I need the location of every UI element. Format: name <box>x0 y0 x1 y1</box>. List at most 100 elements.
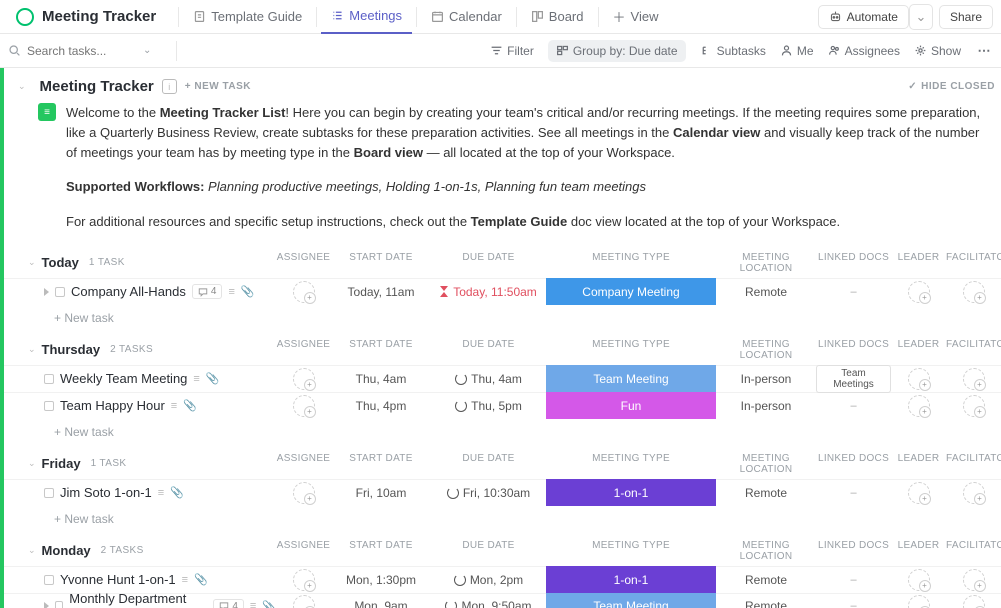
assignee-placeholder[interactable] <box>908 595 930 608</box>
description-icon[interactable]: ≡ <box>171 400 177 412</box>
due-date[interactable]: Mon, 2pm <box>431 573 546 587</box>
chevron-down-icon[interactable]: ⌄ <box>28 545 36 556</box>
assignee-placeholder[interactable] <box>293 281 315 303</box>
description-icon[interactable]: ≡ <box>250 600 256 608</box>
new-task-button[interactable]: + New task <box>4 305 1001 333</box>
more-menu-button[interactable]: ⋯ <box>975 43 993 59</box>
chevron-down-icon[interactable]: ⌄ <box>143 45 151 56</box>
assignee-placeholder[interactable] <box>293 595 315 608</box>
task-name[interactable]: Company All-Hands <box>71 284 186 299</box>
due-date[interactable]: Thu, 4am <box>431 372 546 386</box>
expand-icon[interactable] <box>44 288 49 296</box>
tab-meetings[interactable]: Meetings <box>321 0 412 34</box>
due-date[interactable]: Thu, 5pm <box>431 399 546 413</box>
task-name[interactable]: Monthly Department All-Hands <box>69 591 207 608</box>
due-date[interactable]: Fri, 10:30am <box>431 486 546 500</box>
assignee-placeholder[interactable] <box>963 281 985 303</box>
filter-button[interactable]: Filter <box>490 44 534 58</box>
meeting-type-badge[interactable]: Team Meeting <box>546 365 716 392</box>
status-box[interactable] <box>44 488 54 498</box>
description-icon[interactable]: ≡ <box>158 487 164 499</box>
assignee-placeholder[interactable] <box>293 368 315 390</box>
chevron-down-icon[interactable]: ⌄ <box>28 458 36 469</box>
new-task-button[interactable]: + NEW TASK <box>185 81 251 92</box>
status-box[interactable] <box>44 575 54 585</box>
description-icon[interactable]: ≡ <box>228 286 234 298</box>
start-date[interactable]: Thu, 4am <box>331 372 431 386</box>
attachment-icon[interactable]: 📎 <box>206 372 220 385</box>
meeting-type-badge[interactable]: 1-on-1 <box>546 479 716 506</box>
task-name[interactable]: Team Happy Hour <box>60 398 165 413</box>
automate-menu-button[interactable]: ⌄ <box>909 4 933 30</box>
start-date[interactable]: Today, 11am <box>331 285 431 299</box>
assignee-placeholder[interactable] <box>908 368 930 390</box>
meeting-location[interactable]: Remote <box>716 285 816 299</box>
meeting-type-badge[interactable]: Fun <box>546 392 716 419</box>
meeting-location[interactable]: In-person <box>716 399 816 413</box>
status-box[interactable] <box>44 374 54 384</box>
new-task-button[interactable]: + New task <box>4 419 1001 447</box>
assignee-placeholder[interactable] <box>908 395 930 417</box>
assignee-placeholder[interactable] <box>908 482 930 504</box>
collapse-icon[interactable]: ⌄ <box>18 81 26 92</box>
automate-button[interactable]: Automate <box>818 5 909 29</box>
assignee-placeholder[interactable] <box>908 281 930 303</box>
status-box[interactable] <box>55 287 65 297</box>
attachment-icon[interactable]: 📎 <box>241 285 255 298</box>
status-box[interactable] <box>44 401 54 411</box>
meeting-type-badge[interactable]: Company Meeting <box>546 278 716 305</box>
linked-docs[interactable]: – <box>816 400 891 412</box>
group-header[interactable]: ⌄ Today 1 TASK ASSIGNEE START DATE DUE D… <box>4 246 1001 278</box>
search-input-wrap[interactable]: ⌄ <box>8 44 158 58</box>
task-row[interactable]: Weekly Team Meeting ≡ 📎 Thu, 4am Thu, 4a… <box>4 365 1001 392</box>
expand-icon[interactable] <box>44 602 49 608</box>
assignee-placeholder[interactable] <box>963 368 985 390</box>
assignee-placeholder[interactable] <box>963 569 985 591</box>
task-name[interactable]: Weekly Team Meeting <box>60 371 187 386</box>
assignee-placeholder[interactable] <box>293 482 315 504</box>
search-input[interactable] <box>27 44 137 58</box>
tab-add-view[interactable]: ＋View <box>603 0 669 34</box>
description-icon[interactable]: ≡ <box>193 373 199 385</box>
linked-docs[interactable]: Team Meetings <box>816 365 891 393</box>
due-date[interactable]: Today, 11:50am <box>431 285 546 299</box>
subtasks-button[interactable]: Subtasks <box>700 44 766 58</box>
meeting-location[interactable]: Remote <box>716 486 816 500</box>
status-box[interactable] <box>55 601 63 608</box>
me-button[interactable]: Me <box>780 44 814 58</box>
assignee-placeholder[interactable] <box>963 482 985 504</box>
description-icon[interactable]: ≡ <box>182 574 188 586</box>
meeting-type-badge[interactable]: 1-on-1 <box>546 566 716 593</box>
meeting-location[interactable]: In-person <box>716 372 816 386</box>
attachment-icon[interactable]: 📎 <box>194 573 208 586</box>
assignee-placeholder[interactable] <box>963 595 985 608</box>
chevron-down-icon[interactable]: ⌄ <box>28 257 36 268</box>
show-button[interactable]: Show <box>914 44 961 58</box>
assignees-button[interactable]: Assignees <box>828 44 900 58</box>
start-date[interactable]: Thu, 4pm <box>331 399 431 413</box>
groupby-button[interactable]: Group by: Due date <box>548 40 686 62</box>
task-name[interactable]: Jim Soto 1-on-1 <box>60 485 152 500</box>
group-header[interactable]: ⌄ Friday 1 TASK ASSIGNEE START DATE DUE … <box>4 447 1001 479</box>
group-header[interactable]: ⌄ Monday 2 TASKS ASSIGNEE START DATE DUE… <box>4 534 1001 566</box>
start-date[interactable]: Mon, 9am <box>331 599 431 608</box>
tab-template-guide[interactable]: Template Guide <box>183 0 312 34</box>
task-row[interactable]: Yvonne Hunt 1-on-1 ≡ 📎 Mon, 1:30pm Mon, … <box>4 566 1001 593</box>
meeting-location[interactable]: Remote <box>716 573 816 587</box>
task-row[interactable]: Monthly Department All-Hands 4 ≡ 📎 Mon, … <box>4 593 1001 608</box>
meeting-type-badge[interactable]: Team Meeting <box>546 593 716 608</box>
assignee-placeholder[interactable] <box>293 395 315 417</box>
task-row[interactable]: Jim Soto 1-on-1 ≡ 📎 Fri, 10am Fri, 10:30… <box>4 479 1001 506</box>
chevron-down-icon[interactable]: ⌄ <box>28 344 36 355</box>
hide-closed-button[interactable]: ✓HIDE CLOSED <box>908 81 995 92</box>
task-row[interactable]: Team Happy Hour ≡ 📎 Thu, 4pm Thu, 5pm Fu… <box>4 392 1001 419</box>
comments-badge[interactable]: 4 <box>213 599 244 608</box>
attachment-icon[interactable]: 📎 <box>183 399 197 412</box>
linked-docs[interactable]: – <box>816 286 891 298</box>
tab-calendar[interactable]: Calendar <box>421 0 512 34</box>
meeting-location[interactable]: Remote <box>716 599 816 608</box>
start-date[interactable]: Fri, 10am <box>331 486 431 500</box>
linked-docs[interactable]: – <box>816 600 891 608</box>
linked-docs[interactable]: – <box>816 574 891 586</box>
task-name[interactable]: Yvonne Hunt 1-on-1 <box>60 572 176 587</box>
